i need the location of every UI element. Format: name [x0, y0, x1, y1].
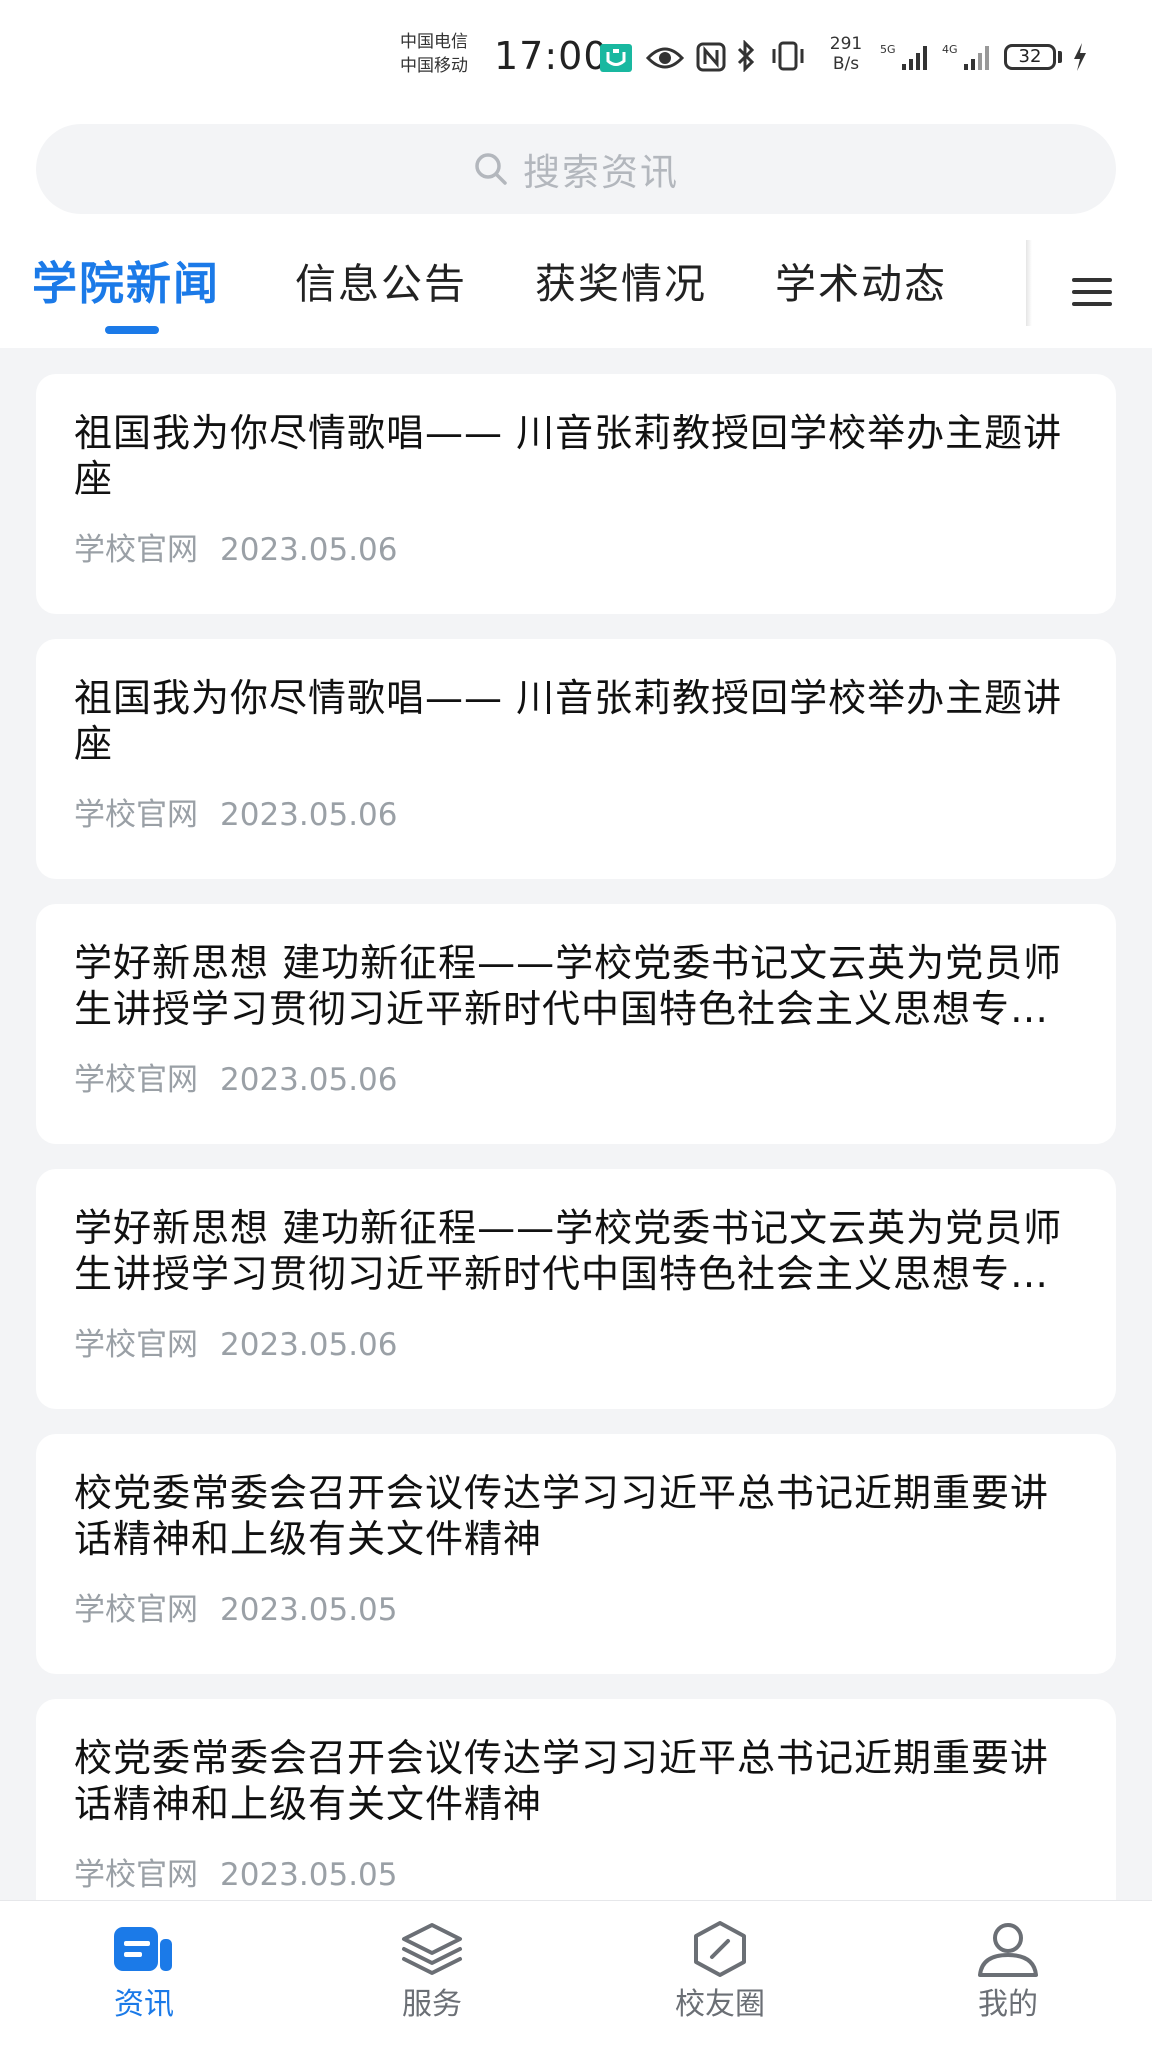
carrier-1: 中国电信 — [400, 32, 468, 52]
carrier-info: 中国电信 中国移动 — [400, 30, 468, 78]
news-meta: 学校官网 2023.05.05 — [74, 1855, 398, 1895]
header: 中国电信 中国移动 17:00 291 B/s 5G 4G 32 搜索资讯 学院… — [0, 0, 1152, 348]
nav-label-news: 资讯 — [114, 1987, 174, 2022]
news-title: 学好新思想 建功新征程——学校党委书记文云英为党员师生讲授学习贯彻习近平新时代中… — [74, 941, 1063, 1031]
news-source: 学校官网 — [74, 1592, 198, 1628]
eye-icon — [646, 47, 684, 69]
signal-2-label: 4G — [942, 43, 958, 56]
layers-icon — [402, 1923, 462, 1975]
news-date: 2023.05.06 — [220, 532, 398, 568]
network-speed-value: 291 — [829, 34, 863, 54]
network-speed: 291 B/s — [826, 34, 866, 74]
category-tabs: 学院新闻 信息公告 获奖情况 学术动态 — [0, 240, 1152, 340]
news-title: 学好新思想 建功新征程——学校党委书记文云英为党员师生讲授学习贯彻习近平新时代中… — [74, 1206, 1063, 1296]
news-meta: 学校官网 2023.05.06 — [74, 1060, 398, 1100]
news-date: 2023.05.06 — [220, 1062, 398, 1098]
battery-icon: 32 — [1004, 44, 1056, 70]
search-bar[interactable]: 搜索资讯 — [36, 124, 1116, 214]
nav-label-alumni: 校友圈 — [675, 1987, 765, 2022]
news-source: 学校官网 — [74, 532, 198, 568]
news-card[interactable]: 校党委常委会召开会议传达学习习近平总书记近期重要讲话精神和上级有关文件精神 学校… — [36, 1434, 1116, 1674]
news-card[interactable]: 祖国我为你尽情歌唱—— 川音张莉教授回学校举办主题讲座 学校官网 2023.05.… — [36, 639, 1116, 879]
battery-level: 32 — [1018, 46, 1042, 67]
news-source: 学校官网 — [74, 1062, 198, 1098]
nfc-icon — [696, 42, 726, 72]
news-date: 2023.05.06 — [220, 1327, 398, 1363]
nav-item-profile[interactable]: 我的 — [928, 1921, 1088, 2041]
vibrate-icon — [772, 41, 804, 71]
tab-announcements[interactable]: 信息公告 — [295, 258, 467, 310]
news-card[interactable]: 学好新思想 建功新征程——学校党委书记文云英为党员师生讲授学习贯彻习近平新时代中… — [36, 1169, 1116, 1409]
news-icon — [114, 1927, 172, 1971]
signal-icon: 4G — [942, 43, 989, 70]
tab-shadow — [1026, 240, 1032, 326]
bottom-nav: 资讯 服务 校友圈 我的 — [0, 1900, 1152, 2049]
news-meta: 学校官网 2023.05.06 — [74, 1325, 398, 1365]
news-meta: 学校官网 2023.05.06 — [74, 795, 398, 835]
news-title: 祖国我为你尽情歌唱—— 川音张莉教授回学校举办主题讲座 — [74, 411, 1063, 501]
bluetooth-icon — [737, 40, 755, 72]
compass-icon — [694, 1921, 746, 1977]
news-source: 学校官网 — [74, 797, 198, 833]
news-title: 校党委常委会召开会议传达学习习近平总书记近期重要讲话精神和上级有关文件精神 — [74, 1736, 1050, 1826]
tab-awards[interactable]: 获奖情况 — [535, 258, 707, 310]
news-title: 祖国我为你尽情歌唱—— 川音张莉教授回学校举办主题讲座 — [74, 676, 1063, 766]
user-icon — [978, 1923, 1038, 1977]
search-placeholder: 搜索资讯 — [523, 151, 679, 194]
app-notification-icon — [600, 44, 632, 72]
news-card[interactable]: 祖国我为你尽情歌唱—— 川音张莉教授回学校举办主题讲座 学校官网 2023.05.… — [36, 374, 1116, 614]
nav-item-alumni[interactable]: 校友圈 — [640, 1921, 800, 2041]
news-source: 学校官网 — [74, 1857, 198, 1893]
menu-icon[interactable] — [1068, 270, 1116, 314]
carrier-2: 中国移动 — [400, 56, 468, 76]
news-date: 2023.05.05 — [220, 1857, 398, 1893]
status-bar: 中国电信 中国移动 17:00 291 B/s 5G 4G 32 — [0, 0, 1152, 110]
news-meta: 学校官网 2023.05.06 — [74, 530, 398, 570]
news-meta: 学校官网 2023.05.05 — [74, 1590, 398, 1630]
news-source: 学校官网 — [74, 1327, 198, 1363]
nav-item-services[interactable]: 服务 — [352, 1921, 512, 2041]
signal-1-label: 5G — [880, 43, 896, 56]
nav-label-services: 服务 — [402, 1987, 462, 2022]
status-time: 17:00 — [494, 34, 609, 78]
news-date: 2023.05.06 — [220, 797, 398, 833]
news-title: 校党委常委会召开会议传达学习习近平总书记近期重要讲话精神和上级有关文件精神 — [74, 1471, 1050, 1561]
battery-tip — [1058, 51, 1062, 63]
tab-academic[interactable]: 学术动态 — [775, 258, 947, 310]
tab-college-news[interactable]: 学院新闻 — [32, 258, 220, 310]
signal-icon: 5G — [880, 43, 927, 70]
nav-label-profile: 我的 — [978, 1987, 1038, 2022]
search-icon — [475, 153, 507, 185]
network-speed-unit: B/s — [832, 54, 860, 74]
news-card[interactable]: 学好新思想 建功新征程——学校党委书记文云英为党员师生讲授学习贯彻习近平新时代中… — [36, 904, 1116, 1144]
charging-icon — [1074, 43, 1086, 71]
nav-item-news[interactable]: 资讯 — [64, 1921, 224, 2041]
news-date: 2023.05.05 — [220, 1592, 398, 1628]
active-tab-indicator — [105, 326, 159, 334]
